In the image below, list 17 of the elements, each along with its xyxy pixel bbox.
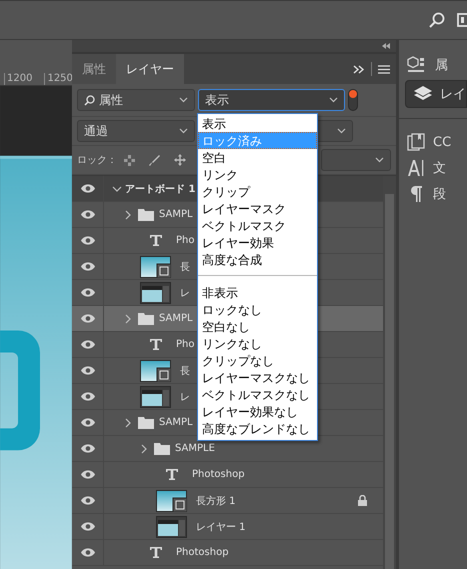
layer-name: Pho xyxy=(176,339,194,350)
layer-name: 長 xyxy=(180,260,190,274)
layer-name: SAMPLE xyxy=(175,443,215,454)
lock-label: ロック： xyxy=(77,154,117,167)
layer-name: レイヤー 1 xyxy=(196,520,246,534)
layer-name: アートボード 1 xyxy=(125,182,196,196)
layer-name: Photoshop xyxy=(176,547,229,558)
ruler-label: 1200 xyxy=(4,72,32,85)
layer-name: Photoshop xyxy=(192,469,245,480)
layer-name: 長 xyxy=(180,364,190,378)
layer-name: SAMPL xyxy=(159,417,193,428)
layer-name: SAMPL xyxy=(159,313,193,324)
layer-name: 長方形 1 xyxy=(196,494,236,508)
layer-name: Pho xyxy=(176,235,194,246)
layer-name: レ xyxy=(180,286,190,300)
layer-name: SAMPL xyxy=(159,209,193,220)
layer-name: レ xyxy=(180,390,190,404)
